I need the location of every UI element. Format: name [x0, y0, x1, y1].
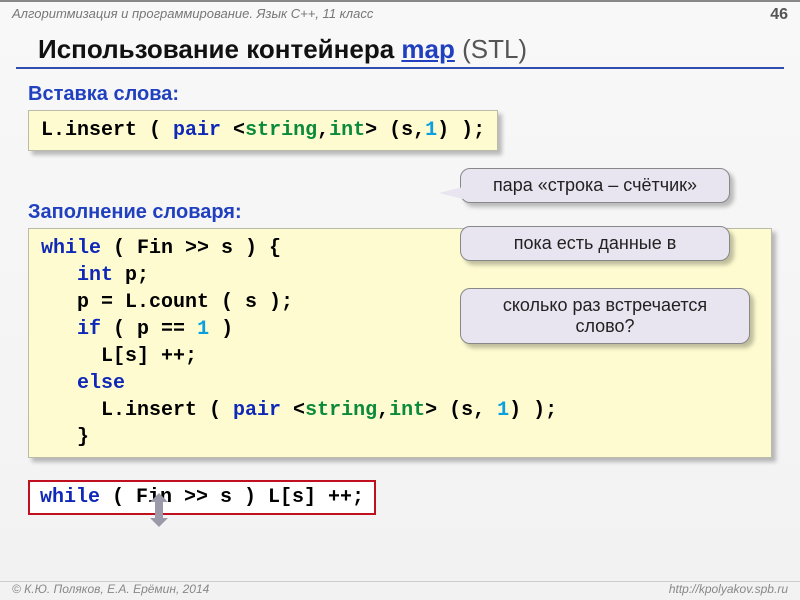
- title-link-map: map: [401, 34, 454, 64]
- title-suffix: (STL): [455, 34, 527, 64]
- code-insert: L.insert ( pair <string,int> (s,1) );: [28, 110, 498, 151]
- callout-while: пока есть данные в: [460, 226, 730, 261]
- course-title: Алгоритмизация и программирование. Язык …: [12, 6, 373, 24]
- code-short: while ( Fin >> s ) L[s] ++;: [28, 480, 376, 515]
- title-prefix: Использование контейнера: [38, 34, 401, 64]
- callout-pair: пара «строка – счётчик»: [460, 168, 730, 203]
- callout-count: сколько раз встречается слово?: [460, 288, 750, 344]
- footer-copyright: © К.Ю. Поляков, Е.А. Ерёмин, 2014: [12, 582, 209, 596]
- header-bar: Алгоритмизация и программирование. Язык …: [0, 2, 800, 28]
- page-number: 46: [770, 6, 788, 24]
- slide-title: Использование контейнера map (STL): [16, 28, 784, 69]
- section-fill-label: Заполнение словаря:: [28, 201, 772, 224]
- footer-url: http://kpolyakov.spb.ru: [669, 582, 788, 596]
- section-insert-label: Вставка слова:: [28, 83, 772, 106]
- arrow-equivalence-icon: [150, 493, 168, 527]
- footer: © К.Ю. Поляков, Е.А. Ерёмин, 2014 http:/…: [0, 581, 800, 596]
